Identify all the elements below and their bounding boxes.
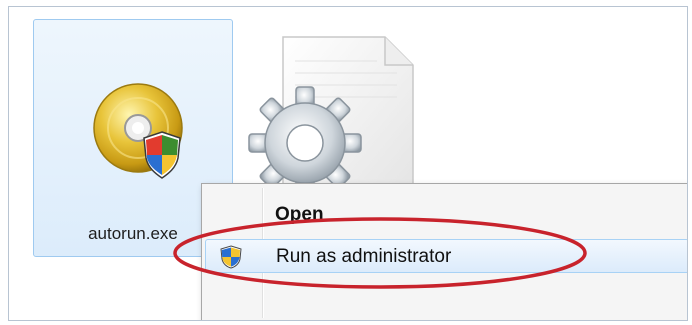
menu-item-run-as-administrator[interactable]: Run as administrator — [205, 239, 687, 273]
menu-item-open[interactable]: Open — [205, 198, 687, 232]
context-menu: Open Run as administrator — [201, 183, 687, 320]
disc-setup-shield-icon — [93, 83, 183, 179]
explorer-window: autorun.exe Open Run as administrator — [8, 6, 688, 321]
menu-item-run-as-administrator-label: Run as administrator — [276, 246, 452, 267]
uac-shield-icon — [220, 245, 242, 269]
menu-item-open-label: Open — [275, 204, 324, 225]
settings-file-icon[interactable] — [237, 21, 437, 201]
